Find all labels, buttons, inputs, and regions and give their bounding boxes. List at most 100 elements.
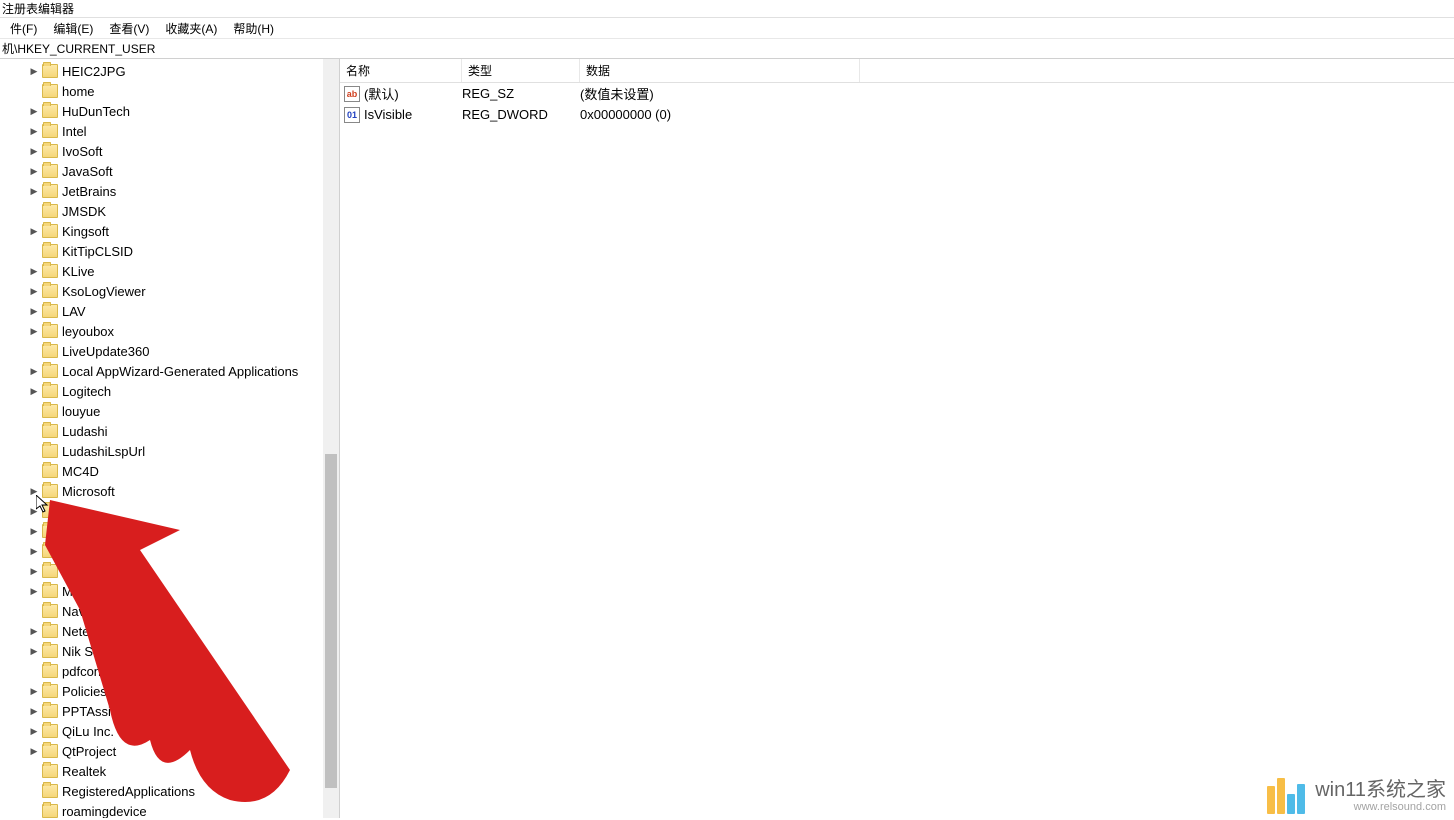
menu-edit[interactable]: 编辑(E): [45, 20, 101, 37]
tree-item[interactable]: ▶ QtProject: [0, 741, 339, 761]
menu-help[interactable]: 帮助(H): [225, 20, 282, 37]
column-header-data[interactable]: 数据: [580, 59, 860, 82]
column-header-type[interactable]: 类型: [462, 59, 580, 82]
folder-icon: [42, 224, 58, 238]
expand-icon[interactable]: ▶: [28, 285, 40, 297]
tree-item-label: Intel: [62, 124, 87, 139]
tree-item[interactable]: ▶Realtek: [0, 761, 339, 781]
tree-item[interactable]: ▶Moz: [0, 581, 339, 601]
expand-icon[interactable]: ▶: [28, 125, 40, 137]
expand-icon[interactable]: ▶: [28, 545, 40, 557]
tree-item-label: JetBrains: [62, 184, 116, 199]
folder-icon: [42, 204, 58, 218]
tree-item[interactable]: ▶RegisteredApplications: [0, 781, 339, 801]
tree-item-label: HuDunTech: [62, 104, 130, 119]
expand-icon[interactable]: ▶: [28, 305, 40, 317]
value-row[interactable]: ab(默认)REG_SZ(数值未设置): [340, 83, 1454, 104]
expand-icon[interactable]: ▶: [28, 505, 40, 517]
address-bar[interactable]: 机\HKEY_CURRENT_USER: [0, 39, 1454, 59]
menu-favorites[interactable]: 收藏夹(A): [157, 20, 225, 37]
expand-icon[interactable]: ▶: [28, 185, 40, 197]
tree-item[interactable]: ▶ Local AppWizard-Generated Applications: [0, 361, 339, 381]
folder-icon: [42, 804, 58, 818]
tree-item[interactable]: ▶roamingdevice: [0, 801, 339, 818]
expand-icon[interactable]: ▶: [28, 265, 40, 277]
expand-icon[interactable]: ▶: [28, 365, 40, 377]
expand-icon[interactable]: ▶: [28, 625, 40, 637]
tree-item[interactable]: ▶PPTAssist: [0, 701, 339, 721]
tree-item-label: Mo: [62, 524, 80, 539]
tree-item[interactable]: ▶LiveUpdate360: [0, 341, 339, 361]
value-name: IsVisible: [364, 107, 462, 122]
tree-item[interactable]: ▶pdfconverter: [0, 661, 339, 681]
tree-item-label: Local AppWizard-Generated Applications: [62, 364, 298, 379]
tree-item[interactable]: ▶leyoubox: [0, 321, 339, 341]
expand-icon[interactable]: ▶: [28, 725, 40, 737]
folder-icon: [42, 744, 58, 758]
tree-item[interactable]: ▶LudashiLspUrl: [0, 441, 339, 461]
folder-icon: [42, 124, 58, 138]
tree-item[interactable]: ▶ Min: [0, 501, 339, 521]
expand-icon[interactable]: ▶: [28, 585, 40, 597]
tree-item-label: Ludashi: [62, 424, 108, 439]
tree-item[interactable]: ▶Policies: [0, 681, 339, 701]
tree-item[interactable]: ▶Netease: [0, 621, 339, 641]
tree-item[interactable]: ▶Microsoft: [0, 481, 339, 501]
expand-icon[interactable]: ▶: [28, 385, 40, 397]
tree-item[interactable]: ▶ HuDunTech: [0, 101, 339, 121]
expand-icon[interactable]: ▶: [28, 225, 40, 237]
expand-icon[interactable]: ▶: [28, 65, 40, 77]
expand-icon[interactable]: ▶: [28, 525, 40, 537]
tree-item[interactable]: ▶LAV: [0, 301, 339, 321]
expand-icon[interactable]: ▶: [28, 705, 40, 717]
tree-item[interactable]: ▶JMSDK: [0, 201, 339, 221]
tree-item-label: Nik Software: [62, 644, 136, 659]
tree-item[interactable]: ▶IvoSoft: [0, 141, 339, 161]
tree-item[interactable]: ▶KsoLogViewer: [0, 281, 339, 301]
tree-item[interactable]: ▶louyue: [0, 401, 339, 421]
expand-icon[interactable]: ▶: [28, 165, 40, 177]
expand-icon[interactable]: ▶: [28, 745, 40, 757]
tree-item-label: Min: [62, 504, 83, 519]
tree-item[interactable]: ▶KLive: [0, 261, 339, 281]
value-type: REG_DWORD: [462, 107, 580, 122]
expand-icon[interactable]: ▶: [28, 105, 40, 117]
tree-item[interactable]: ▶ Nik Software: [0, 641, 339, 661]
expand-icon[interactable]: ▶: [28, 145, 40, 157]
scrollbar-thumb[interactable]: [325, 454, 337, 788]
tree-scrollbar[interactable]: [323, 59, 339, 818]
expand-icon[interactable]: ▶: [28, 485, 40, 497]
tree-item[interactable]: ▶KitTipCLSID: [0, 241, 339, 261]
value-row[interactable]: 01IsVisibleREG_DWORD0x00000000 (0): [340, 104, 1454, 125]
tree-item[interactable]: ▶ JetBrains: [0, 181, 339, 201]
folder-icon: [42, 564, 58, 578]
value-name: (默认): [364, 84, 462, 103]
tree-item[interactable]: ▶Kingsoft: [0, 221, 339, 241]
address-text: 机\HKEY_CURRENT_USER: [2, 40, 155, 57]
menu-file[interactable]: 件(F): [2, 20, 45, 37]
folder-icon: [42, 284, 58, 298]
tree-item[interactable]: ▶ Mo: [0, 521, 339, 541]
folder-icon: [42, 324, 58, 338]
column-header-name[interactable]: 名称: [340, 59, 462, 82]
tree-item[interactable]: ▶QiLu Inc.: [0, 721, 339, 741]
tree-item[interactable]: ▶JavaSoft: [0, 161, 339, 181]
tree-item-label: KitTipCLSID: [62, 244, 133, 259]
tree-item[interactable]: ▶HEIC2JPG: [0, 61, 339, 81]
tree-item-label: QtProject: [62, 744, 116, 759]
expand-icon[interactable]: ▶: [28, 325, 40, 337]
folder-icon: [42, 484, 58, 498]
expand-icon[interactable]: ▶: [28, 645, 40, 657]
tree-item[interactable]: ▶Mot: [0, 541, 339, 561]
tree-item[interactable]: ▶Logitech: [0, 381, 339, 401]
tree-item-label: NavPlugi: [62, 604, 114, 619]
tree-item[interactable]: ▶Moz: [0, 561, 339, 581]
tree-item[interactable]: ▶Ludashi: [0, 421, 339, 441]
tree-item[interactable]: ▶ Intel: [0, 121, 339, 141]
tree-item[interactable]: ▶NavPlugi: [0, 601, 339, 621]
expand-icon[interactable]: ▶: [28, 565, 40, 577]
tree-item[interactable]: ▶home: [0, 81, 339, 101]
expand-icon[interactable]: ▶: [28, 685, 40, 697]
menu-view[interactable]: 查看(V): [101, 20, 157, 37]
tree-item[interactable]: ▶MC4D: [0, 461, 339, 481]
